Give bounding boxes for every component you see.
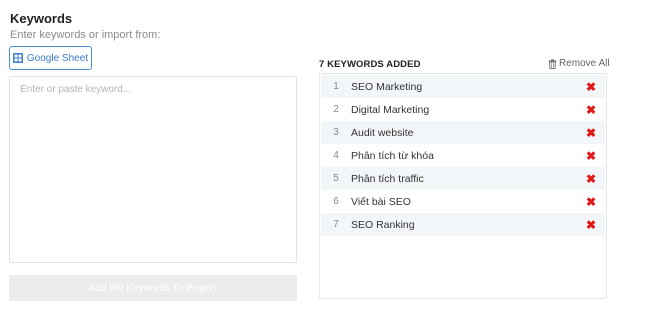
delete-icon[interactable]: ✖: [577, 195, 605, 209]
item-index: 1: [333, 81, 339, 92]
item-keyword: Phân tích traffic: [351, 172, 424, 185]
import-instructions: Enter keywords or import from:: [10, 29, 161, 41]
list-item: 5 Phân tích traffic ✖: [321, 167, 605, 190]
item-keyword: Viết bài SEO: [351, 195, 411, 208]
delete-icon[interactable]: ✖: [577, 103, 605, 117]
delete-icon[interactable]: ✖: [577, 218, 605, 232]
item-index: 2: [333, 104, 339, 115]
delete-icon[interactable]: ✖: [577, 149, 605, 163]
item-keyword: Phân tích từ khóa: [351, 149, 434, 162]
item-keyword: SEO Ranking: [351, 218, 415, 231]
remove-all-label: Remove All: [559, 58, 610, 69]
delete-icon[interactable]: ✖: [577, 126, 605, 140]
keywords-added-count: 7 KEYWORDS ADDED: [319, 59, 421, 70]
add-keywords-button[interactable]: Add 0/0 Keywords To Project: [9, 275, 297, 301]
list-item: 7 SEO Ranking ✖: [321, 213, 605, 236]
added-keywords-list: 1 SEO Marketing ✖ 2 Digital Marketing ✖ …: [319, 73, 607, 299]
item-index: 6: [333, 196, 339, 207]
item-keyword: Audit website: [351, 126, 414, 139]
delete-icon[interactable]: ✖: [577, 80, 605, 94]
item-index: 7: [333, 219, 339, 230]
google-sheets-icon: [12, 53, 23, 63]
list-item: 6 Viết bài SEO ✖: [321, 190, 605, 213]
keyword-input[interactable]: [9, 76, 297, 263]
page-title: Keywords: [10, 11, 73, 26]
delete-icon[interactable]: ✖: [577, 172, 605, 186]
item-index: 4: [333, 150, 339, 161]
trash-icon: [548, 58, 557, 69]
remove-all-button[interactable]: Remove All: [548, 58, 610, 69]
list-item: 2 Digital Marketing ✖: [321, 98, 605, 121]
item-keyword: SEO Marketing: [351, 80, 423, 93]
item-keyword: Digital Marketing: [351, 103, 430, 116]
google-sheet-button[interactable]: Google Sheet: [9, 46, 92, 70]
item-index: 5: [333, 173, 339, 184]
list-item: 1 SEO Marketing ✖: [321, 75, 605, 98]
list-item: 3 Audit website ✖: [321, 121, 605, 144]
item-index: 3: [333, 127, 339, 138]
list-item: 4 Phân tích từ khóa ✖: [321, 144, 605, 167]
google-sheet-label: Google Sheet: [26, 52, 89, 64]
